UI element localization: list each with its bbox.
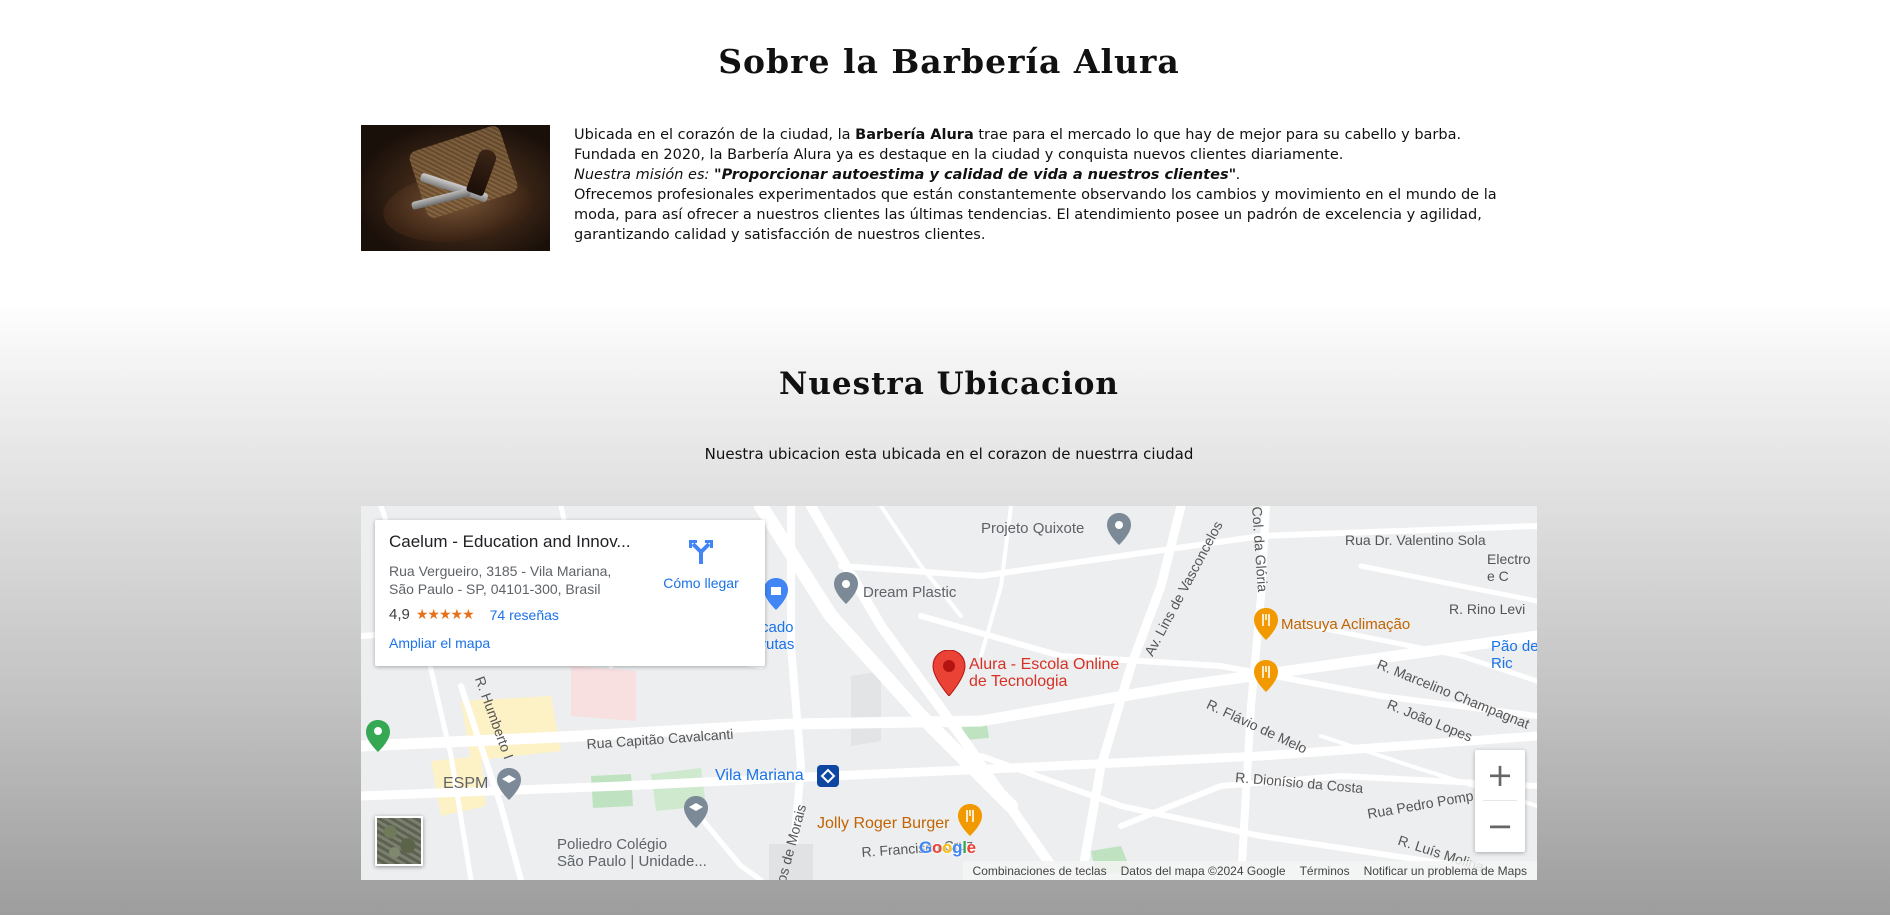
school-pin-icon[interactable]	[683, 796, 709, 833]
directions-icon	[689, 540, 713, 564]
mission-statement: Nuestra misión es: "Proporcionar autoest…	[574, 167, 1241, 183]
poi-alura[interactable]: Alura - Escola Online de Tecnologia	[969, 656, 1119, 690]
poi-pin-icon[interactable]	[833, 572, 859, 609]
zoom-out-button[interactable]: −	[1475, 801, 1525, 851]
place-address: Rua Vergueiro, 3185 - Vila Mariana, São …	[389, 563, 612, 597]
terms-link[interactable]: Términos	[1293, 864, 1357, 878]
location-pin-icon[interactable]	[932, 649, 966, 701]
google-logo: Google	[919, 838, 976, 857]
poi-matsuya[interactable]: Matsuya Aclimação	[1281, 616, 1410, 633]
place-rating: 4,9 ★★★★★ 74 reseñas	[389, 606, 751, 623]
poi-espm[interactable]: ESPM	[443, 775, 488, 793]
brand-name: Barbería Alura	[855, 127, 974, 143]
restaurant-pin-icon[interactable]	[1254, 608, 1278, 645]
metro-station-icon[interactable]	[816, 764, 840, 793]
reviews-link[interactable]: 74 reseñas	[490, 607, 559, 623]
star-rating-icon: ★★★★★	[415, 606, 475, 622]
poi-mercado-frutas[interactable]: cado rutas	[761, 619, 794, 653]
place-title[interactable]: Caelum - Education and Innov...	[389, 532, 644, 552]
place-info-card: Caelum - Education and Innov... Rua Verg…	[375, 520, 765, 666]
about-paragraph-4: Ofrecemos profesionales experimentados q…	[574, 187, 1497, 243]
location-subtitle: Nuestra ubicacion esta ubicada en el cor…	[704, 445, 1194, 463]
rating-value: 4,9	[389, 606, 410, 623]
location-title: Nuestra Ubicacion	[779, 366, 1119, 402]
about-paragraph-1: Ubicada en el corazón de la ciudad, la B…	[574, 127, 1462, 143]
enlarge-map-link[interactable]: Ampliar el mapa	[389, 635, 490, 651]
map-data-attribution: Datos del mapa ©2024 Google	[1120, 863, 1286, 878]
zoom-in-button[interactable]: +	[1475, 750, 1525, 800]
directions-label: Cómo llegar	[663, 575, 739, 591]
about-text: Ubicada en el corazón de la ciudad, la B…	[574, 125, 1534, 245]
poi-pin-icon[interactable]	[1106, 513, 1132, 550]
about-title: Sobre la Barbería Alura	[718, 42, 1180, 81]
shopping-pin-icon[interactable]	[763, 578, 789, 615]
poi-vila-mariana[interactable]: Vila Mariana	[715, 767, 804, 785]
poi-projeto-quixote[interactable]: Projeto Quixote	[981, 520, 1084, 537]
barber-tools-image	[361, 125, 550, 251]
poi-poliedro[interactable]: Poliedro Colégio São Paulo | Unidade...	[557, 836, 707, 870]
google-map[interactable]: Projeto Quixote Dream Plastic Alura - Es…	[361, 506, 1537, 880]
map-footer: Combinaciones de teclas Datos del mapa ©…	[962, 861, 1537, 880]
park-pin-icon[interactable]	[365, 720, 391, 757]
street-rino-levi: R. Rino Levi	[1449, 601, 1526, 617]
poi-jolly-roger[interactable]: Jolly Roger Burger	[817, 815, 950, 833]
street-electro: Electro e C	[1487, 551, 1531, 584]
zoom-control: + −	[1475, 750, 1525, 852]
directions-button[interactable]: Cómo llegar	[659, 536, 743, 591]
street-valentino: Rua Dr. Valentino Sola	[1345, 532, 1486, 548]
poi-dream-plastic[interactable]: Dream Plastic	[863, 584, 956, 601]
satellite-layer-toggle[interactable]	[375, 816, 423, 866]
keyboard-shortcuts-link[interactable]: Combinaciones de teclas	[966, 864, 1114, 878]
poi-pao-de-acucar[interactable]: Pão de Ric	[1491, 638, 1537, 672]
restaurant-pin-icon[interactable]	[1254, 660, 1278, 697]
school-pin-icon[interactable]	[496, 768, 522, 805]
about-paragraph-2: Fundada en 2020, la Barbería Alura ya es…	[574, 147, 1344, 163]
report-problem-link[interactable]: Notificar un problema de Maps	[1357, 864, 1534, 878]
mission-quote: "Proporcionar autoestima y calidad de vi…	[714, 167, 1237, 183]
